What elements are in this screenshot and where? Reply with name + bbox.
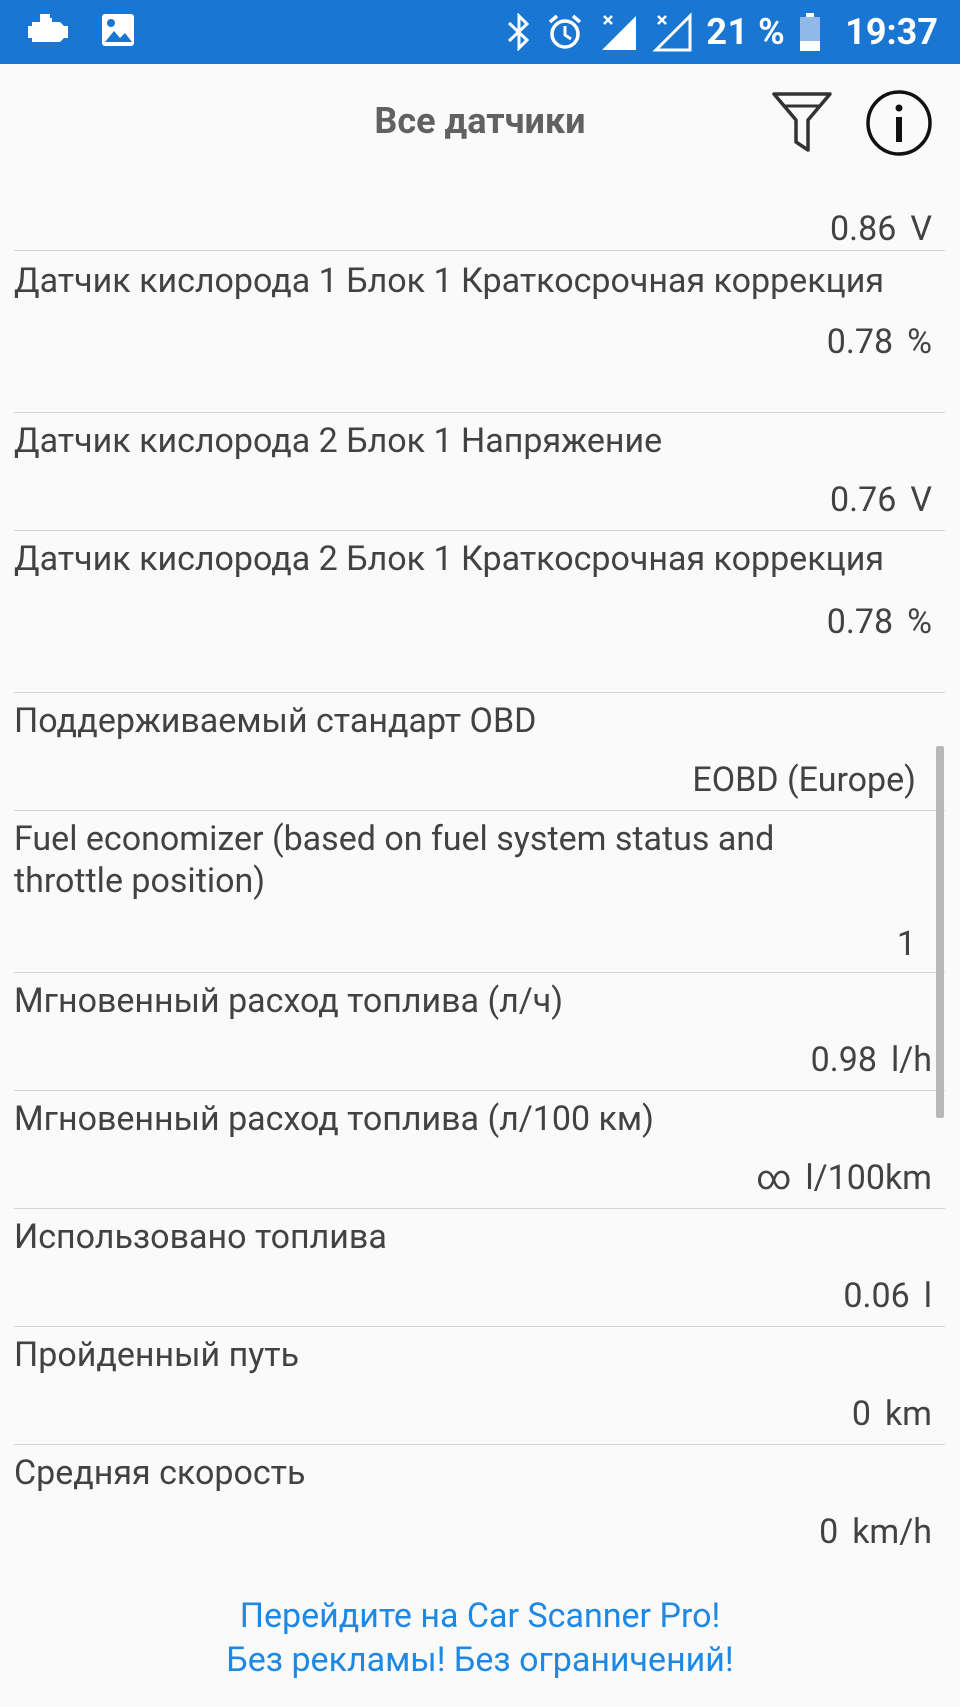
signal-icon [652, 12, 692, 52]
list-item[interactable]: Использовано топлива 0.06 l [0, 1209, 960, 1326]
image-icon [100, 12, 136, 48]
list-item[interactable]: 0.86 V [0, 182, 960, 250]
sensor-value: 0 km/h [819, 1512, 932, 1552]
sensor-label: Датчик кислорода 1 Блок 1 Краткосрочная … [14, 261, 885, 301]
sensor-value: 0.78% [826, 322, 932, 362]
info-icon [864, 88, 934, 158]
sensor-value: 0.86 V [830, 209, 932, 249]
sensor-label: Датчик кислорода 2 Блок 1 Краткосрочная … [14, 539, 885, 579]
sensor-label: Fuel economizer (based on fuel system st… [14, 819, 775, 901]
sensor-label: Средняя скорость [14, 1453, 306, 1493]
check-engine-icon [24, 12, 72, 48]
battery-icon [799, 12, 821, 52]
promo-banner[interactable]: Перейдите на Car Scanner Pro! Без реклам… [0, 1594, 960, 1682]
promo-line-1[interactable]: Перейдите на Car Scanner Pro! [0, 1594, 960, 1638]
list-item[interactable]: Средняя скорость 0 km/h [0, 1445, 960, 1562]
info-button[interactable] [864, 88, 934, 158]
sensor-value: 0.78% [826, 602, 932, 642]
signal-icon [598, 12, 638, 52]
promo-line-2[interactable]: Без рекламы! Без ограничений! [0, 1638, 960, 1682]
list-item[interactable]: Fuel economizer (based on fuel system st… [0, 811, 960, 972]
filter-button[interactable] [770, 88, 834, 158]
list-item[interactable]: Пройденный путь 0 km [0, 1327, 960, 1444]
list-item[interactable]: Мгновенный расход топлива (л/100 км) ∞ l/… [0, 1091, 960, 1208]
list-item[interactable]: Датчик кислорода 2 Блок 1 Напряжение 0.7… [0, 413, 960, 530]
sensor-label: Мгновенный расход топлива (л/ч) [14, 981, 564, 1021]
sensor-value: EOBD (Europe) [692, 760, 916, 800]
alarm-icon [546, 13, 584, 51]
list-item[interactable]: Датчик кислорода 1 Блок 1 Краткосрочная … [0, 251, 960, 412]
list-item[interactable]: Поддерживаемый стандарт OBD EOBD (Europe… [0, 693, 960, 810]
scrollbar[interactable] [936, 746, 944, 1118]
clock: 19:37 [845, 11, 938, 53]
sensor-label: Пройденный путь [14, 1335, 300, 1375]
sensor-value: ∞ l/100km [756, 1158, 932, 1198]
status-bar: 21 % 19:37 [0, 0, 960, 64]
sensor-label: Датчик кислорода 2 Блок 1 Напряжение [14, 421, 663, 461]
sensor-value: 1 [896, 924, 916, 964]
app-header: Все датчики [0, 64, 960, 182]
list-item[interactable]: Датчик кислорода 2 Блок 1 Краткосрочная … [0, 531, 960, 692]
sensor-value: 0.06 l [843, 1276, 932, 1316]
sensor-label: Мгновенный расход топлива (л/100 км) [14, 1099, 654, 1139]
list-item[interactable]: Мгновенный расход топлива (л/ч) 0.98 l/h [0, 973, 960, 1090]
filter-icon [770, 88, 834, 158]
sensor-value: 0 km [851, 1394, 932, 1434]
sensor-label: Поддерживаемый стандарт OBD [14, 701, 537, 741]
bluetooth-icon [506, 13, 532, 51]
sensor-value: 0.76 V [830, 480, 932, 520]
sensor-list[interactable]: 0.86 V Датчик кислорода 1 Блок 1 Краткоср… [0, 182, 960, 1562]
battery-percent: 21 % [706, 11, 786, 53]
sensor-value: 0.98 l/h [810, 1040, 932, 1080]
sensor-label: Использовано топлива [14, 1217, 387, 1257]
